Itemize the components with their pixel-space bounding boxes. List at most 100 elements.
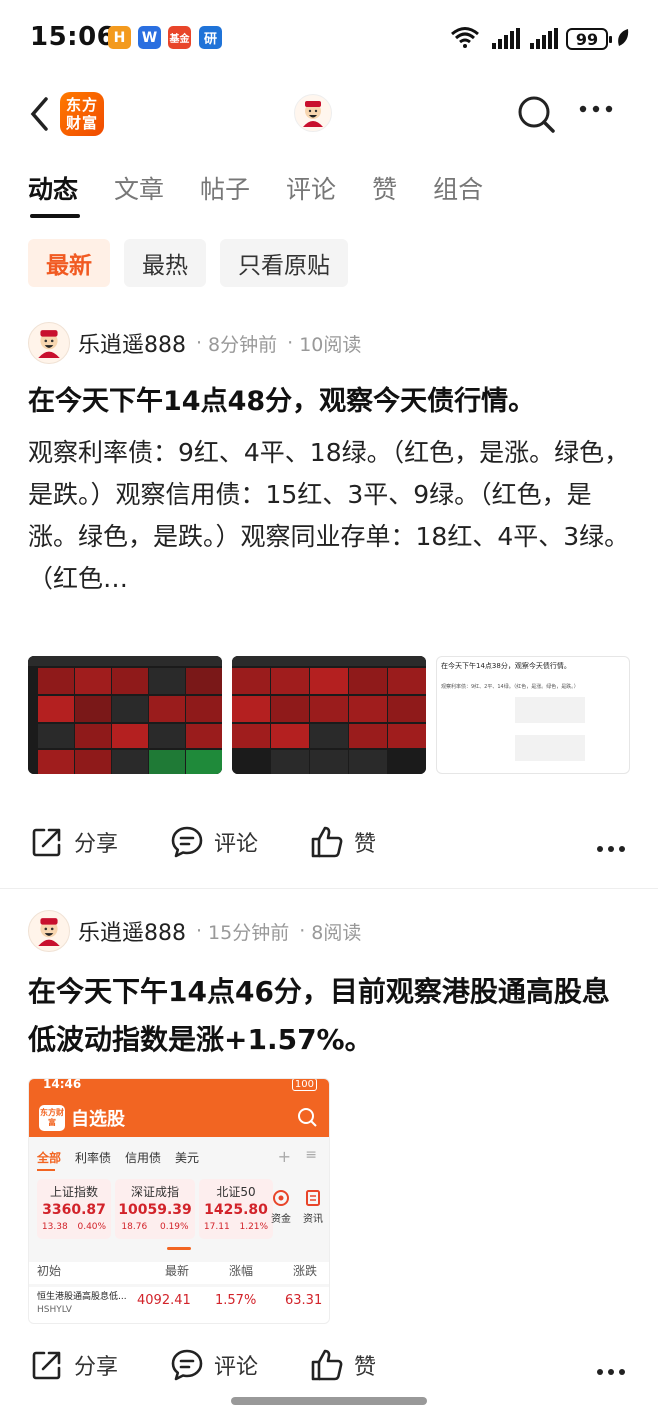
author-name[interactable]: 乐逍遥888 [78,327,186,359]
like-label: 赞 [354,832,377,857]
post-read-count: 8阅读 [311,921,362,944]
fortune-god-icon [38,330,60,358]
tab-likes[interactable]: 赞 [372,170,397,210]
share-label: 分享 [74,832,119,857]
back-icon[interactable] [28,96,50,132]
post-body[interactable]: 观察利率债：9红、4平、18绿。（红色，是涨。绿色，是跌。）观察信用债：15红、… [28,432,633,642]
fortune-god-icon [38,918,60,946]
more-icon[interactable] [596,845,626,853]
nav-bar: 东方 财富 [0,82,658,144]
status-bar: 15:06 H W 基金 研 99 [0,0,658,80]
mini-tab: 信用债 [125,1151,162,1165]
post-image-thumbnail[interactable]: 在今天下午14点38分，观察今天债行情。 观察利率债：9红、2平、14绿。（红色… [436,656,630,774]
thumbnail-text: 观察利率债：9红、2平、14绿。（红色，是涨。绿色，是跌。） [441,684,579,690]
col-header: 涨跌 [293,1264,318,1278]
author-name[interactable]: 乐逍遥888 [78,915,186,947]
app-notification-icon: 研 [199,26,222,49]
author-avatar[interactable] [28,322,70,364]
plus-icon: + [277,1147,291,1166]
app-notification-icon: W [138,26,161,49]
post-card[interactable]: 乐逍遥888 · 15分钟前 · 8阅读 在今天下午14点46分，目前观察港股通… [0,910,658,1416]
row-pct: 1.57% [215,1293,257,1308]
post-divider [0,888,658,889]
bond-heatmap-image [28,656,222,774]
filter-original-only[interactable]: 只看原贴 [220,239,348,287]
meta-separator: · [299,920,306,942]
post-image-thumbnail[interactable]: 14:46 100 东方财富 自选股 全部 利率债 信用债 美元 + ≡ 上证指… [28,1078,330,1324]
thumbnail-placeholder [515,697,585,723]
mini-index-card: 深证成指 10059.39 18.76 0.19% [115,1179,195,1239]
share-button[interactable]: 分享 [30,1348,118,1382]
index-name: 北证50 [216,1185,256,1199]
filter-hottest[interactable]: 最热 [124,239,206,287]
col-header: 涨幅 [229,1264,254,1278]
leaf-icon [618,29,629,46]
search-icon [298,1108,317,1127]
user-avatar[interactable] [294,94,332,132]
mini-table-row: 恒生港股通高股息低... HSHYLV 4092.41 1.57% 63.31 [29,1287,329,1323]
tab-comments[interactable]: 评论 [286,170,336,210]
tab-portfolio[interactable]: 组合 [433,170,483,210]
post-author[interactable]: 乐逍遥888 · 15分钟前 · 8阅读 [28,910,361,952]
signal-icon [492,28,520,49]
mini-title: 自选股 [71,1109,125,1130]
mini-status-time: 14:46 [43,1078,82,1091]
status-time: 15:06 [30,22,116,52]
post-title[interactable]: 在今天下午14点46分，目前观察港股通高股息低波动指数是涨+1.57%。 [28,968,633,1064]
col-header: 最新 [165,1264,190,1278]
index-change: 13.38 [41,1222,68,1232]
app-notification-icon: H [108,26,131,49]
like-button[interactable]: 赞 [310,825,376,859]
mini-header: 14:46 100 东方财富 自选股 [29,1079,329,1137]
index-pct: 0.40% [77,1222,107,1232]
thumbs-up-icon [311,826,343,858]
index-value: 10059.39 [118,1202,192,1218]
logo-line: 东方 [65,96,98,114]
mini-index-card: 上证指数 3360.87 13.38 0.40% [37,1179,111,1239]
wifi-icon [451,27,479,48]
fortune-god-icon [303,101,323,127]
post-card[interactable]: 乐逍遥888 · 8分钟前 · 10阅读 在今天下午14点48分，观察今天债行情… [0,322,658,887]
like-label: 赞 [354,1355,377,1380]
more-icon[interactable] [596,1368,626,1376]
mini-index-card: 北证50 1425.80 17.11 1.21% [199,1179,273,1239]
post-time: 8分钟前 [208,333,278,356]
share-icon [32,1351,61,1380]
author-avatar[interactable] [28,910,70,952]
more-icon[interactable] [578,104,614,114]
tab-posts[interactable]: 帖子 [200,170,250,210]
mini-table-header: 初始 最新 涨幅 涨跌 [29,1262,329,1284]
logo-line: 财富 [65,114,98,132]
index-change: 17.11 [203,1222,230,1232]
share-button[interactable]: 分享 [30,825,118,859]
page-indicator [167,1247,191,1250]
meta-separator: · [196,920,203,942]
post-title[interactable]: 在今天下午14点48分，观察今天债行情。 [28,380,633,424]
index-pct: 1.21% [239,1222,269,1232]
post-author[interactable]: 乐逍遥888 · 8分钟前 · 10阅读 [28,322,361,364]
post-image-thumbnail[interactable] [28,656,222,774]
like-button[interactable]: 赞 [310,1348,376,1382]
index-value: 3360.87 [42,1202,106,1218]
row-last: 4092.41 [137,1293,191,1308]
post-read-count: 10阅读 [299,333,362,356]
post-image-thumbnail[interactable] [232,656,426,774]
tab-bar: 动态 文章 帖子 评论 赞 组合 [28,170,519,218]
news-icon [306,1190,320,1206]
tab-dynamic[interactable]: 动态 [28,170,81,218]
post-time: 15分钟前 [208,921,290,944]
mini-battery: 100 [291,1079,317,1091]
comment-label: 评论 [214,1355,259,1380]
thumbs-up-icon [311,1349,343,1381]
filter-latest[interactable]: 最新 [28,239,110,287]
thumbnail-placeholder [515,735,585,761]
share-icon [32,828,61,857]
thumbnail-text: 在今天下午14点38分，观察今天债行情。 [441,662,571,670]
comment-label: 评论 [214,832,259,857]
comment-button[interactable]: 评论 [170,1348,258,1382]
search-icon[interactable] [516,94,556,134]
mini-logo: 东方财富 [39,1105,65,1131]
comment-button[interactable]: 评论 [170,825,258,859]
home-indicator[interactable] [231,1397,427,1405]
tab-articles[interactable]: 文章 [114,170,164,210]
